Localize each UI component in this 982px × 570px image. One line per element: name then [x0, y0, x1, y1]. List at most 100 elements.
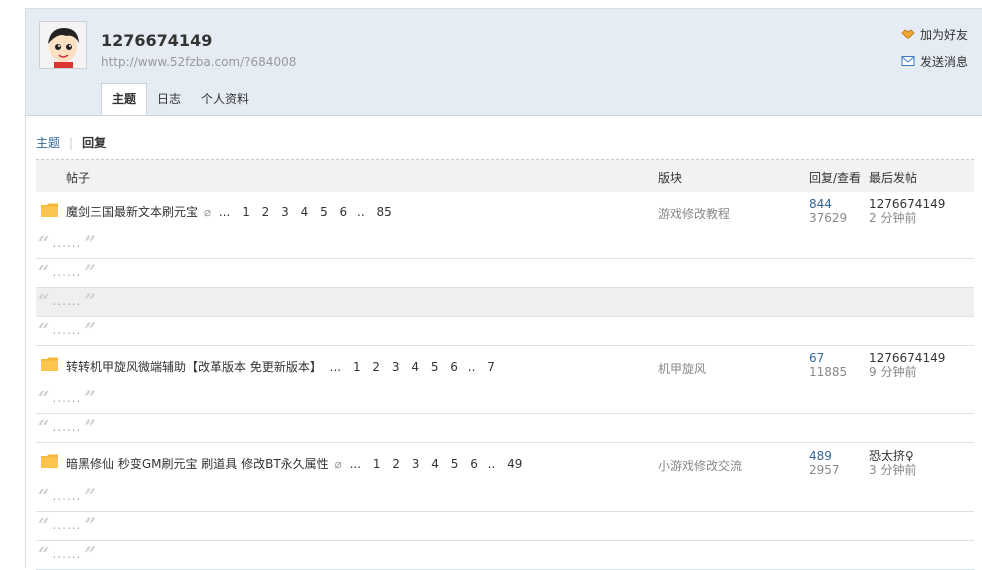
reply-quote[interactable]: “......”	[38, 513, 96, 537]
page-link[interactable]: 1	[242, 205, 250, 219]
folder-icon	[41, 203, 58, 217]
page-link[interactable]: 3	[281, 205, 289, 219]
sub-navigation: 主题 | 回复	[36, 134, 106, 151]
last-post-user[interactable]: 1276674149	[869, 351, 945, 365]
reply-quote[interactable]: “......”	[38, 542, 96, 566]
last-page-link[interactable]: 7	[487, 360, 495, 374]
table-header: 帖子 版块 回复/查看 最后发帖	[36, 160, 974, 192]
page-link[interactable]: 5	[320, 205, 328, 219]
thread-title-link[interactable]: 魔剑三国最新文本刷元宝	[66, 205, 198, 219]
close-quote-icon: ”	[84, 231, 96, 255]
reply-quote[interactable]: “......”	[38, 289, 96, 313]
quote-text: ......	[52, 294, 82, 308]
forum-link[interactable]: 游戏修改教程	[658, 205, 730, 222]
reply-count[interactable]: 67	[809, 351, 847, 365]
reply-quote[interactable]: “......”	[38, 318, 96, 342]
close-quote-icon: ”	[84, 289, 96, 313]
subnav-replies-link[interactable]: 回复	[82, 134, 106, 151]
thread-title-link[interactable]: 转转机甲旋风微端辅助【改革版本 免更新版本】	[66, 360, 322, 374]
handshake-icon	[901, 29, 915, 39]
close-quote-icon: ”	[84, 542, 96, 566]
reply-quote[interactable]: “......”	[38, 231, 96, 255]
reply-count[interactable]: 844	[809, 197, 847, 211]
page-link[interactable]: 1	[353, 360, 361, 374]
thread-pages: ... 1 2 3 4 5 6 .. 7	[330, 360, 495, 374]
page-link[interactable]: 2	[392, 457, 400, 471]
stats-cell: 489 2957	[809, 449, 840, 477]
last-post-cell: 恐太挤♀ 3 分钟前	[869, 449, 916, 477]
tab-blog[interactable]: 日志	[147, 83, 191, 115]
envelope-icon	[901, 56, 915, 66]
reply-quote-row: “......”	[36, 414, 974, 443]
page-link[interactable]: 5	[431, 360, 439, 374]
profile-header: 1276674149 http://www.52fzba.com/?684008…	[26, 9, 982, 116]
reply-quote-row: “......”	[36, 512, 974, 541]
username[interactable]: 1276674149	[101, 31, 212, 50]
forum-link[interactable]: 机甲旋风	[658, 360, 706, 377]
quote-text: ......	[52, 547, 82, 561]
page-link[interactable]: 6	[450, 360, 458, 374]
thread-title-cell: 魔剑三国最新文本刷元宝 ⌀ ... 1 2 3 4 5 6 .. 85	[66, 203, 392, 220]
stats-cell: 67 11885	[809, 351, 847, 379]
quote-text: ......	[52, 236, 82, 250]
subnav-topics-link[interactable]: 主题	[36, 134, 60, 151]
thread-title-link[interactable]: 暗黑修仙 秒变GM刷元宝 刷道具 修改BT永久属性	[66, 457, 329, 471]
reply-quote[interactable]: “......”	[38, 386, 96, 410]
open-quote-icon: “	[38, 386, 50, 410]
page-link[interactable]: 5	[451, 457, 459, 471]
reply-quote-row: “......”	[36, 259, 974, 288]
thread-pages: ... 1 2 3 4 5 6 .. 49	[350, 457, 523, 471]
quote-text: ......	[52, 265, 82, 279]
close-quote-icon: ”	[84, 415, 96, 439]
tab-profile[interactable]: 个人资料	[191, 83, 259, 115]
quote-text: ......	[52, 391, 82, 405]
table-row: 魔剑三国最新文本刷元宝 ⌀ ... 1 2 3 4 5 6 .. 85 游戏修改…	[36, 192, 974, 230]
send-message-label: 发送消息	[919, 54, 968, 69]
open-quote-icon: “	[38, 484, 50, 508]
view-count: 37629	[809, 211, 848, 225]
page-link[interactable]: 3	[412, 457, 420, 471]
page-link[interactable]: 2	[262, 205, 270, 219]
page-link[interactable]: 4	[301, 205, 309, 219]
view-count: 11885	[809, 365, 848, 379]
reply-quote-row: “......”	[36, 230, 974, 259]
add-friend-label: 加为好友	[919, 27, 968, 42]
last-post-user[interactable]: 1276674149	[869, 197, 945, 211]
page-link[interactable]: 3	[392, 360, 400, 374]
reply-quote[interactable]: “......”	[38, 484, 96, 508]
reply-quote-row: “......”	[36, 541, 974, 570]
avatar[interactable]	[39, 21, 87, 69]
profile-url[interactable]: http://www.52fzba.com/?684008	[101, 55, 296, 69]
quote-text: ......	[52, 518, 82, 532]
reply-count[interactable]: 489	[809, 449, 840, 463]
last-post-time[interactable]: 3 分钟前	[869, 463, 916, 477]
send-message-button[interactable]: 发送消息	[901, 52, 968, 70]
subnav-separator: |	[69, 135, 74, 150]
last-post-time[interactable]: 9 分钟前	[869, 365, 945, 379]
reply-quote[interactable]: “......”	[38, 415, 96, 439]
add-friend-button[interactable]: 加为好友	[901, 25, 968, 43]
tab-topics[interactable]: 主题	[101, 83, 148, 115]
profile-actions: 加为好友 发送消息	[901, 25, 968, 79]
header-stats: 回复/查看	[809, 171, 862, 185]
page-link[interactable]: 4	[431, 457, 439, 471]
last-page-link[interactable]: 49	[507, 457, 522, 471]
last-post-time[interactable]: 2 分钟前	[869, 211, 945, 225]
threads-table: 帖子 版块 回复/查看 最后发帖 魔剑三国最新文本刷元宝 ⌀ ... 1 2 3…	[36, 159, 974, 570]
forum-link[interactable]: 小游戏修改交流	[658, 457, 742, 474]
last-post-cell: 1276674149 9 分钟前	[869, 351, 945, 379]
close-quote-icon: ”	[84, 513, 96, 537]
close-quote-icon: ”	[84, 318, 96, 342]
page-link[interactable]: 6	[340, 205, 348, 219]
page-link[interactable]: 1	[373, 457, 381, 471]
last-page-link[interactable]: 85	[376, 205, 391, 219]
page-link[interactable]: 2	[372, 360, 380, 374]
reply-quote-row: “......”	[36, 483, 974, 512]
open-quote-icon: “	[38, 260, 50, 284]
page-link[interactable]: 6	[470, 457, 478, 471]
last-post-user[interactable]: 恐太挤♀	[869, 449, 916, 463]
reply-quote[interactable]: “......”	[38, 260, 96, 284]
page-link[interactable]: 4	[411, 360, 419, 374]
thread-title-cell: 转转机甲旋风微端辅助【改革版本 免更新版本】 ... 1 2 3 4 5 6 .…	[66, 358, 495, 375]
open-quote-icon: “	[38, 231, 50, 255]
